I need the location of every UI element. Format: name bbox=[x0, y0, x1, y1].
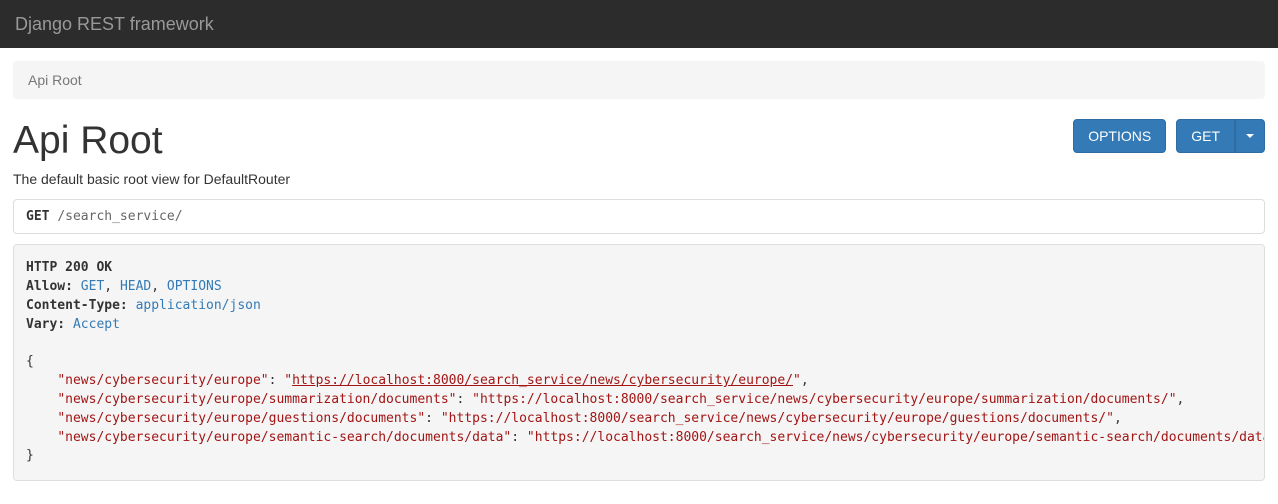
breadcrumb-current: Api Root bbox=[28, 72, 82, 88]
json-url-link[interactable]: https://localhost:8000/search_service/ne… bbox=[535, 430, 1265, 445]
json-value-quote: " bbox=[441, 411, 449, 426]
allow-value: OPTIONS bbox=[167, 279, 222, 294]
status-line: HTTP 200 OK bbox=[26, 260, 112, 275]
button-toolbar: OPTIONS GET bbox=[1073, 119, 1265, 153]
get-dropdown-toggle[interactable] bbox=[1235, 119, 1265, 153]
breadcrumb: Api Root bbox=[13, 61, 1265, 99]
request-path: /search_service/ bbox=[57, 209, 182, 224]
get-button[interactable]: GET bbox=[1176, 119, 1235, 153]
main-container: Api Root Api Root OPTIONS GET The defaul… bbox=[0, 48, 1278, 494]
content-type-value: application/json bbox=[136, 298, 261, 313]
json-value-quote: " bbox=[1169, 392, 1177, 407]
json-value-quote: " bbox=[472, 392, 480, 407]
request-method: GET bbox=[26, 209, 49, 224]
json-key: "news/cybersecurity/europe" bbox=[57, 373, 268, 388]
vary-value: Accept bbox=[73, 317, 120, 332]
json-url-link[interactable]: https://localhost:8000/search_service/ne… bbox=[449, 411, 1106, 426]
json-key: "news/cybersecurity/europe/summarization… bbox=[57, 392, 456, 407]
options-button[interactable]: OPTIONS bbox=[1073, 119, 1166, 153]
allow-value: GET bbox=[81, 279, 104, 294]
navbar-brand[interactable]: Django REST framework bbox=[15, 14, 214, 35]
json-value-quote: " bbox=[527, 430, 535, 445]
json-value-quote: " bbox=[1106, 411, 1114, 426]
json-key: "news/cybersecurity/europe/guestions/doc… bbox=[57, 411, 425, 426]
json-key: "news/cybersecurity/europe/semantic-sear… bbox=[57, 430, 511, 445]
json-value-quote: " bbox=[793, 373, 801, 388]
response-body: HTTP 200 OK Allow: GET, HEAD, OPTIONS Co… bbox=[13, 244, 1265, 481]
json-url-link[interactable]: https://localhost:8000/search_service/ne… bbox=[480, 392, 1169, 407]
page-description: The default basic root view for DefaultR… bbox=[13, 171, 1265, 187]
json-url-link[interactable]: https://localhost:8000/search_service/ne… bbox=[292, 373, 793, 388]
json-value-quote: " bbox=[284, 373, 292, 388]
request-line: GET /search_service/ bbox=[13, 199, 1265, 234]
page-title: Api Root bbox=[13, 119, 163, 163]
get-split-button: GET bbox=[1176, 119, 1265, 153]
chevron-down-icon bbox=[1246, 134, 1254, 138]
header-row: Api Root OPTIONS GET bbox=[13, 119, 1265, 163]
navbar: Django REST framework bbox=[0, 0, 1278, 48]
allow-value: HEAD bbox=[120, 279, 151, 294]
vary-label: Vary: bbox=[26, 317, 65, 332]
content-type-label: Content-Type: bbox=[26, 298, 128, 313]
allow-label: Allow: bbox=[26, 279, 73, 294]
